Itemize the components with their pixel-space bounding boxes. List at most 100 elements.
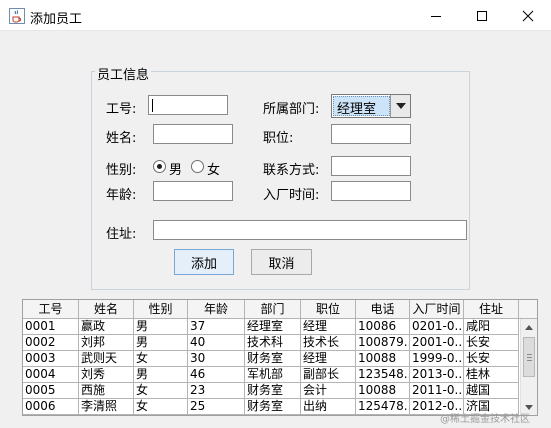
maximize-icon <box>477 10 487 21</box>
scrollbar-thumb[interactable] <box>523 337 535 377</box>
column-header[interactable]: 住址 <box>464 300 519 319</box>
department-select[interactable]: 经理室 <box>331 94 411 118</box>
table-cell: 女 <box>134 399 188 415</box>
table-cell: 技术长 <box>301 335 356 351</box>
vertical-scrollbar[interactable] <box>520 319 537 415</box>
table-cell: 46 <box>188 367 245 383</box>
add-button[interactable]: 添加 <box>174 249 234 275</box>
table-cell: 0001 <box>23 319 79 335</box>
table-cell: 副部长 <box>301 367 356 383</box>
table-cell: 30 <box>188 351 245 367</box>
table-cell: 125478... <box>358 399 410 415</box>
table-cell: 财务室 <box>245 383 301 399</box>
chevron-down-icon[interactable] <box>390 95 410 117</box>
position-label: 职位: <box>263 131 294 146</box>
table-row[interactable]: 0003 武则天女 30 财务室 经理 10088 1999-0... 长安 <box>23 351 519 367</box>
table-header: 工号 姓名 性别 年龄 部门 职位 电话 入厂时间 住址 <box>23 300 537 319</box>
address-label: 住址: <box>106 227 137 242</box>
minimize-icon <box>431 15 441 17</box>
column-header[interactable]: 姓名 <box>79 300 134 319</box>
table-cell: 10086 <box>356 319 410 335</box>
table-cell: 长安 <box>464 335 519 351</box>
name-label: 姓名: <box>106 131 137 146</box>
table-cell: 2011-0... <box>412 383 464 399</box>
column-header[interactable]: 职位 <box>301 300 356 319</box>
close-button[interactable] <box>505 0 551 31</box>
table-cell: 0002 <box>23 335 79 351</box>
employee-id-label: 工号: <box>106 102 137 117</box>
department-label: 所属部门: <box>263 102 320 117</box>
table-row[interactable]: 0002 刘邦男 40 技术科 技术长 100879... 2001-0... 长安 <box>23 335 519 351</box>
table-cell: 女 <box>134 383 188 399</box>
table-cell: 10088 <box>356 351 410 367</box>
name-input[interactable] <box>153 124 233 144</box>
table-cell: 男 <box>134 335 188 351</box>
close-icon <box>522 10 534 21</box>
table-cell: 刘秀 <box>79 367 134 383</box>
table-cell: 0004 <box>23 367 79 383</box>
table-cell: 100879... <box>358 335 410 351</box>
window-title: 添加员工 <box>30 12 83 27</box>
column-header[interactable]: 电话 <box>356 300 410 319</box>
column-header[interactable]: 部门 <box>245 300 301 319</box>
table-cell: 2013-0... <box>412 367 464 383</box>
table-row[interactable]: 0001 赢政男 37 经理室 经理 10086 0201-0... 咸阳 <box>23 319 519 335</box>
table-cell: 越国 <box>464 383 519 399</box>
table-cell: 经理 <box>301 351 356 367</box>
table-cell: 西施 <box>79 383 134 399</box>
gender-label: 性别: <box>106 163 137 178</box>
table-cell: 李清照 <box>79 399 134 415</box>
table-body: 0001 赢政男 37 经理室 经理 10086 0201-0... 咸阳 0002 刘邦男 40 技… <box>23 319 519 415</box>
table-cell: 技术科 <box>245 335 301 351</box>
column-header[interactable]: 工号 <box>23 300 79 319</box>
table-cell: 桂林 <box>464 367 519 383</box>
table-cell: 0003 <box>23 351 79 367</box>
table-cell: 经理 <box>301 319 356 335</box>
table-cell: 40 <box>188 335 245 351</box>
gender-male-label: 男 <box>169 163 183 178</box>
table-cell: 男 <box>134 319 188 335</box>
table-cell: 37 <box>188 319 245 335</box>
table-row[interactable]: 0005 西施女 23 财务室 会计 10088 2011-0... 越国 <box>23 383 519 399</box>
table-cell: 经理室 <box>245 319 301 335</box>
phone-label: 联系方式: <box>263 163 320 178</box>
watermark: @稀土掘金技术社区 <box>440 414 530 425</box>
table-cell: 0201-0... <box>412 319 464 335</box>
java-coffee-cup-icon <box>9 8 25 24</box>
hire-date-input[interactable] <box>331 181 411 201</box>
table-cell: 咸阳 <box>464 319 519 335</box>
table-cell: 财务室 <box>245 399 301 415</box>
employee-id-input[interactable] <box>148 95 228 115</box>
table-cell: 1999-0... <box>412 351 464 367</box>
column-header[interactable]: 年龄 <box>188 300 245 319</box>
table-cell: 0005 <box>23 383 79 399</box>
table-cell: 财务室 <box>245 351 301 367</box>
address-input[interactable] <box>153 220 467 240</box>
column-header[interactable]: 入厂时间 <box>410 300 464 319</box>
age-input[interactable] <box>153 181 233 201</box>
phone-input[interactable] <box>331 156 411 176</box>
table-cell: 出纳 <box>301 399 356 415</box>
text-caret <box>152 99 153 112</box>
column-header[interactable]: 性别 <box>134 300 188 319</box>
table-cell: 女 <box>134 351 188 367</box>
group-title: 员工信息 <box>95 64 152 83</box>
minimize-button[interactable] <box>413 0 459 31</box>
position-input[interactable] <box>331 124 411 144</box>
gender-female-radio[interactable] <box>191 160 204 173</box>
table-cell: 刘邦 <box>79 335 134 351</box>
table-cell: 军机部 <box>245 367 301 383</box>
cancel-button[interactable]: 取消 <box>251 249 312 275</box>
table-cell: 25 <box>188 399 245 415</box>
hire-date-label: 入厂时间: <box>263 188 320 203</box>
table-cell: 武则天 <box>79 351 134 367</box>
table-cell: 23 <box>188 383 245 399</box>
scroll-up-icon[interactable] <box>521 319 537 336</box>
table-cell: 2001-0... <box>412 335 464 351</box>
maximize-button[interactable] <box>459 0 505 31</box>
gender-male-radio[interactable] <box>153 160 166 173</box>
table-cell: 长安 <box>464 351 519 367</box>
table-cell: 123548... <box>358 367 410 383</box>
employee-table[interactable]: 工号 姓名 性别 年龄 部门 职位 电话 入厂时间 住址 0001 赢政男 37 经理室 经理 10086… <box>22 299 538 416</box>
table-row[interactable]: 0004 刘秀男 46 军机部 副部长 123548... 2013-0... 桂林 <box>23 367 519 383</box>
